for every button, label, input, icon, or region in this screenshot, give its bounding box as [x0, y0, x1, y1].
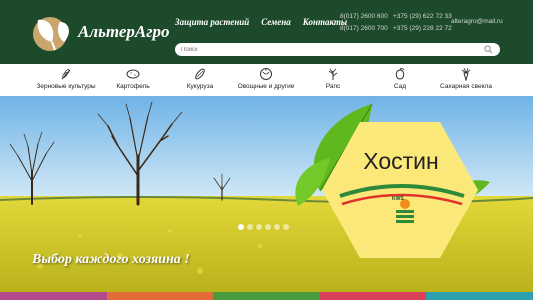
email-link[interactable]: alteragro@mail.ru — [451, 18, 503, 25]
category-sugar-beet[interactable]: Сахарная свекла — [426, 67, 506, 90]
slider-dot-2[interactable] — [247, 224, 253, 230]
brand-name[interactable]: АльтерАгро — [78, 22, 170, 42]
mobile-1[interactable]: +375 (29) 622 72 33 — [393, 13, 452, 20]
search-box — [175, 43, 500, 56]
phone-2[interactable]: 8(017) 2600 700 — [340, 25, 388, 32]
kws-badge: KWS — [392, 196, 404, 202]
nav-plant-protection[interactable]: Защита растений — [175, 17, 249, 27]
site-header: АльтерАгро Защита растений Семена Контак… — [0, 0, 533, 64]
strip-5 — [426, 292, 533, 300]
mobile-2[interactable]: +375 (29) 228 22 72 — [393, 25, 452, 32]
slider-dot-5[interactable] — [274, 224, 280, 230]
search-icon[interactable] — [484, 45, 493, 54]
hero-slogan: Выбор каждого хозяина ! — [32, 252, 190, 267]
strip-2 — [106, 292, 214, 300]
strip-4 — [319, 292, 427, 300]
vegetables-icon — [260, 68, 272, 80]
phone-1[interactable]: 8(017) 2600 600 — [340, 13, 388, 20]
search-input[interactable] — [181, 44, 471, 55]
hero-slider[interactable]: Хостин KWS Выбор каждого хозяина ! — [0, 96, 533, 292]
garden-icon — [395, 67, 405, 80]
nav-seeds[interactable]: Семена — [261, 17, 291, 27]
corn-icon — [195, 68, 205, 80]
strip-3 — [213, 292, 320, 300]
potato-icon — [126, 69, 140, 79]
top-nav: Защита растений Семена Контакты — [175, 17, 347, 27]
product-title: Хостин — [363, 148, 439, 174]
slider-dot-6[interactable] — [283, 224, 289, 230]
strip-1 — [0, 292, 107, 300]
slider-dot-3[interactable] — [256, 224, 262, 230]
category-bar: Зерновые культуры Картофель Кукуруза Ово… — [0, 64, 533, 96]
sugar-beet-icon — [461, 67, 471, 81]
slider-dots — [238, 224, 289, 230]
logo-icon[interactable] — [30, 12, 75, 52]
category-label: Сахарная свекла — [440, 83, 492, 90]
footer-color-strips — [0, 292, 533, 300]
rapeseed-icon — [328, 68, 338, 80]
wheat-icon — [61, 69, 71, 80]
slider-dot-1[interactable] — [238, 224, 244, 230]
slider-dot-4[interactable] — [265, 224, 271, 230]
